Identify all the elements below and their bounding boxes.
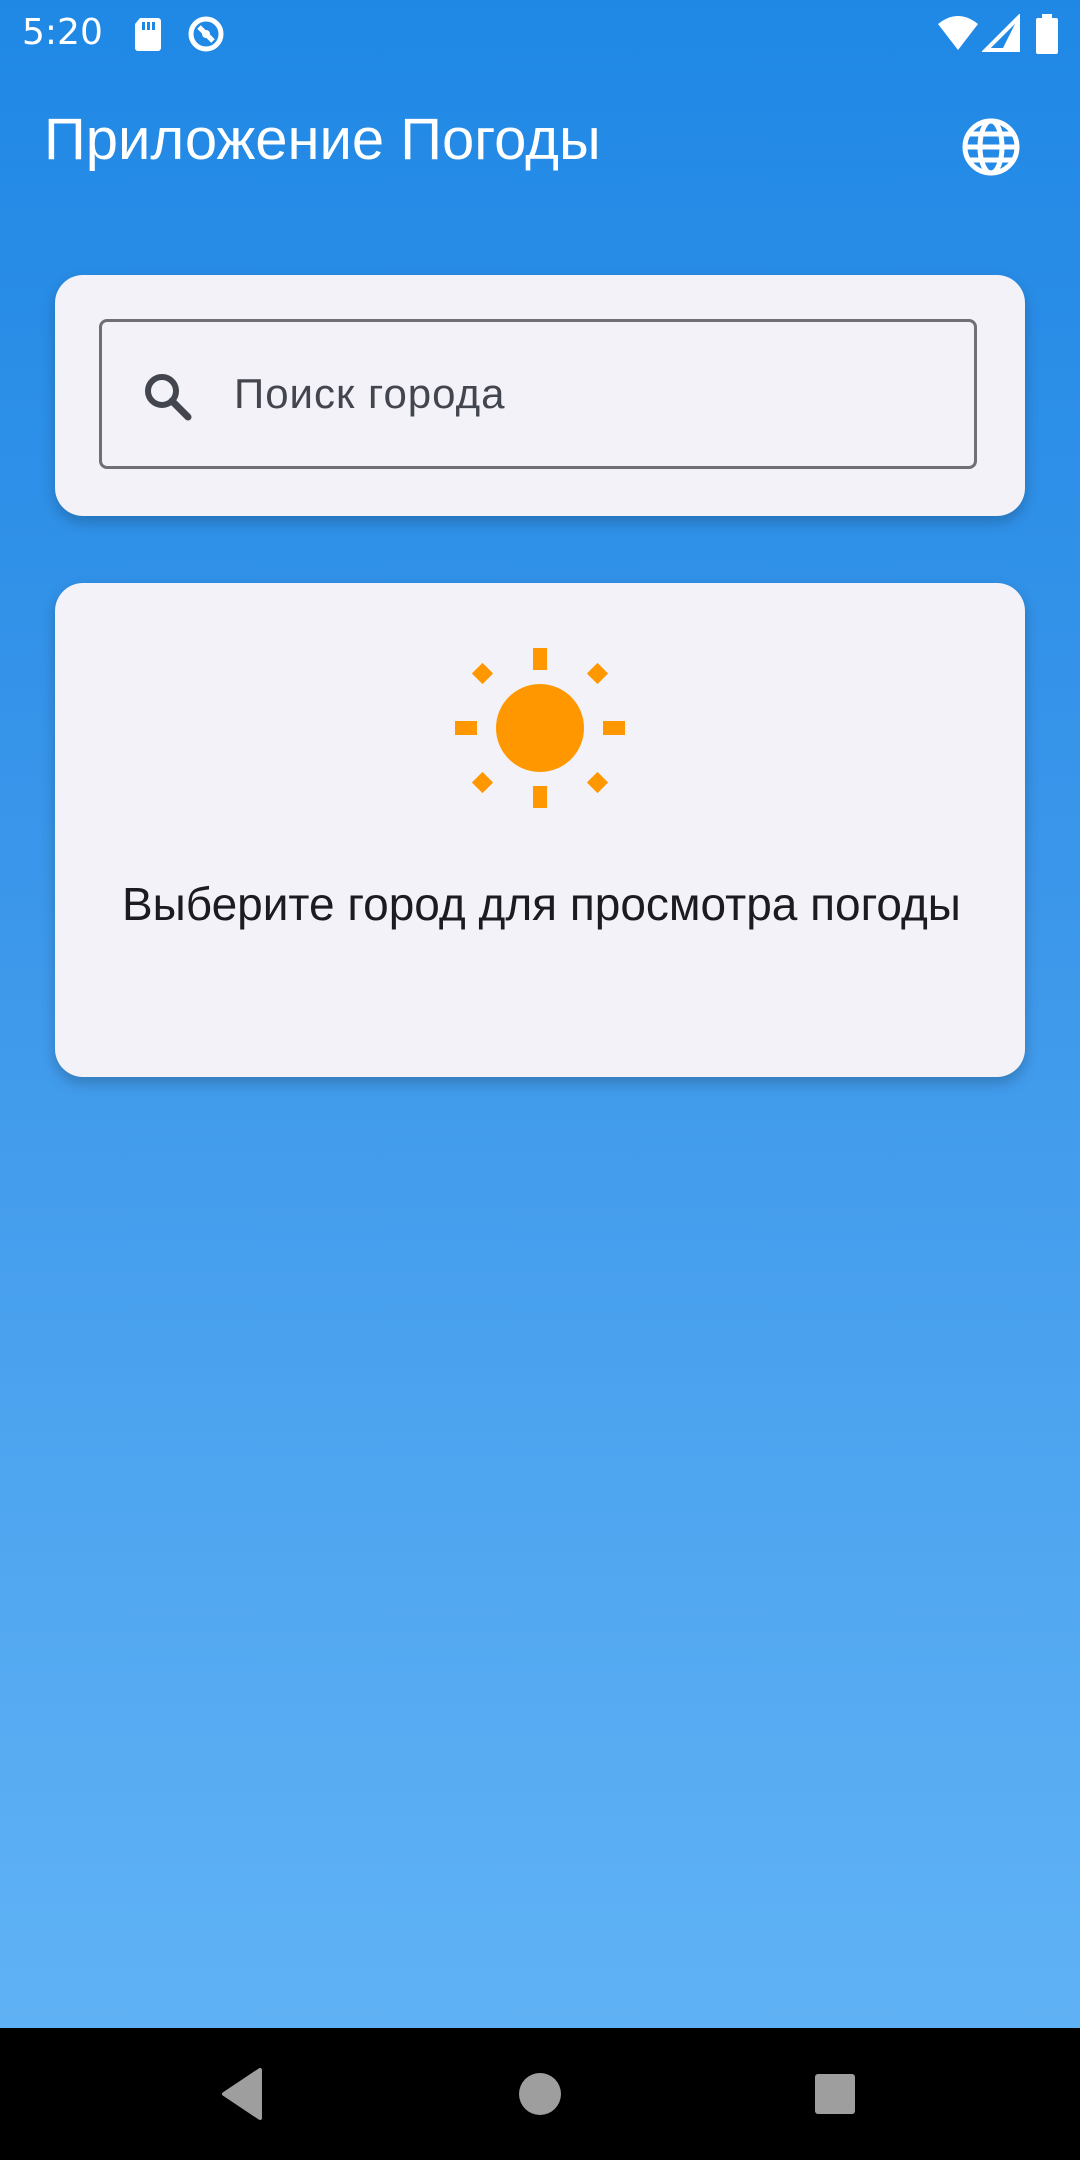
wifi-icon: [936, 14, 980, 54]
language-button[interactable]: [956, 112, 1026, 182]
weather-empty-message: Выберите город для просмотра погоды: [122, 878, 961, 930]
app-title: Приложение Погоды: [44, 107, 601, 172]
status-time: 5:20: [22, 12, 103, 53]
weather-app-screen: 5:20 Приложение Погоды Поиск города Выбе…: [0, 0, 1080, 2160]
battery-icon: [1034, 14, 1060, 54]
recents-icon[interactable]: [805, 2064, 865, 2124]
data-saver-icon: [186, 14, 226, 54]
cell-signal-icon: [981, 13, 1022, 54]
home-icon[interactable]: [510, 2064, 570, 2124]
status-bar: 5:20: [0, 0, 1080, 66]
search-placeholder: Поиск города: [234, 370, 506, 417]
sun-icon: [455, 648, 625, 818]
globe-icon: [962, 118, 1020, 176]
search-card: Поиск города: [55, 275, 1025, 516]
city-search-input[interactable]: Поиск города: [99, 319, 977, 469]
weather-card: Выберите город для просмотра погоды: [55, 583, 1025, 1077]
sd-card-icon: [128, 14, 168, 54]
back-icon[interactable]: [214, 2064, 274, 2124]
navigation-bar: [0, 2028, 1080, 2160]
search-icon: [138, 367, 198, 427]
